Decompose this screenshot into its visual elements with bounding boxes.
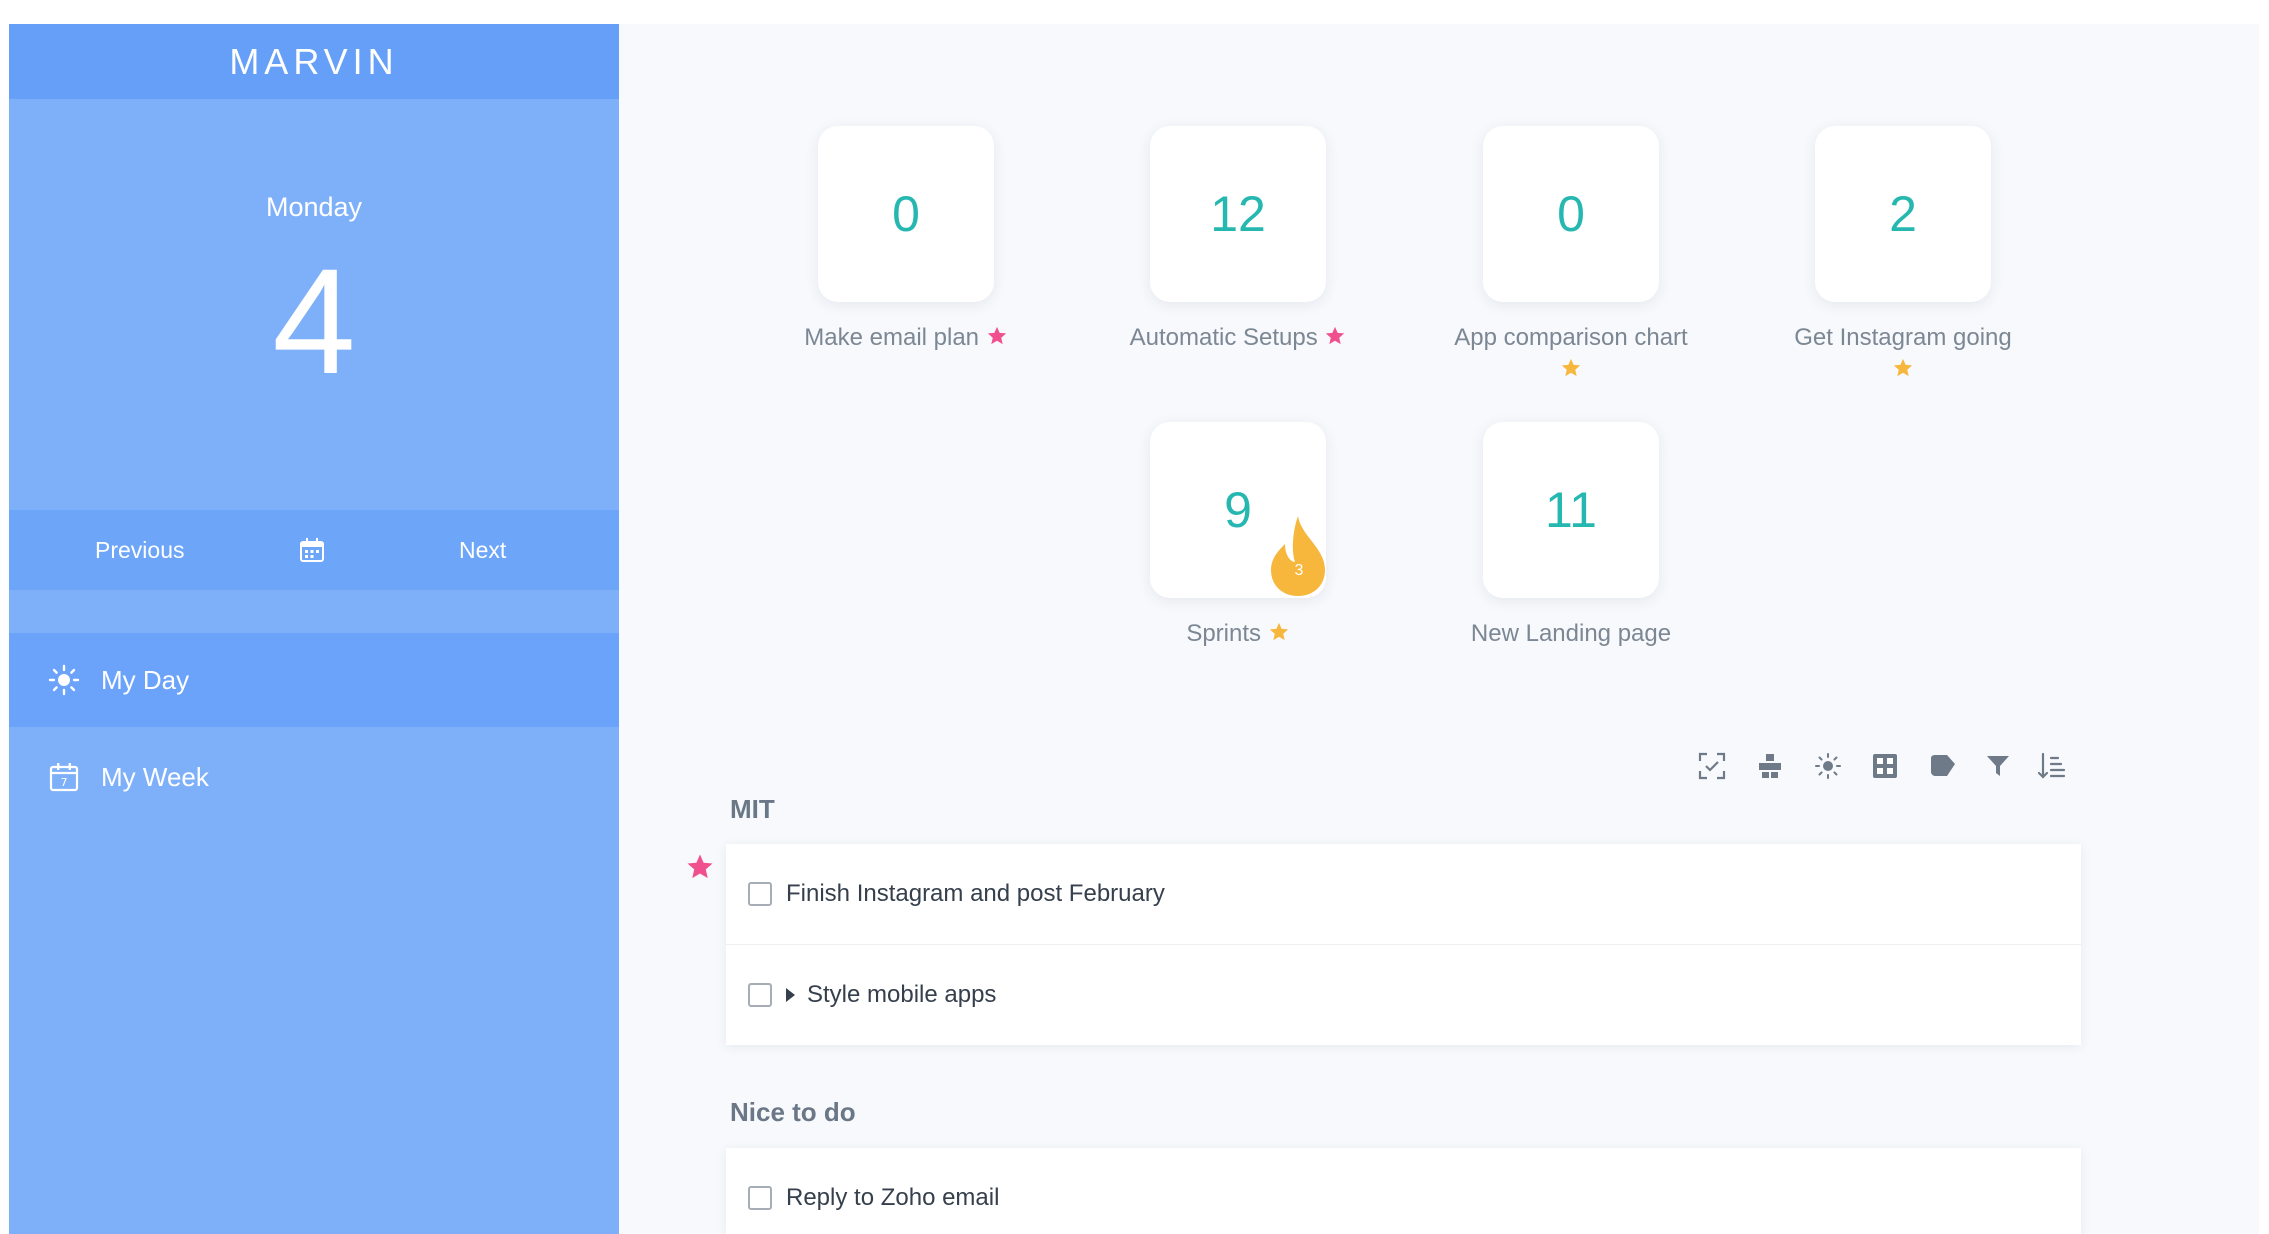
task-list-nice-to-do: Reply to Zoho email — [726, 1148, 2081, 1234]
star-icon — [1561, 358, 1581, 377]
task-item[interactable]: Style mobile apps — [726, 945, 2081, 1045]
grid-icon[interactable] — [1869, 750, 1901, 782]
focus-icon[interactable] — [1696, 750, 1728, 782]
day-name: Monday — [265, 192, 363, 222]
sidebar-item-my-week[interactable]: 7 My Week — [9, 730, 619, 824]
sidebar-item-label: My Week — [101, 761, 209, 792]
filter-icon[interactable] — [1982, 750, 2014, 782]
sort-icon[interactable] — [2036, 750, 2068, 782]
project-label: Automatic Setups — [1078, 322, 1398, 354]
project-card-new-landing-page[interactable]: 11 — [1483, 422, 1659, 598]
project-label-text: Sprints — [1186, 620, 1262, 647]
task-text[interactable]: Reply to Zoho email — [786, 1184, 999, 1212]
project-label: App comparison chart — [1411, 322, 1731, 386]
project-label: Sprints — [1078, 618, 1398, 650]
date-navigation: Previous Next — [9, 510, 619, 590]
sun-icon[interactable] — [1812, 750, 1844, 782]
star-icon — [1893, 358, 1913, 377]
project-label: Make email plan — [746, 322, 1066, 354]
project-card-make-email-plan[interactable]: 0 — [818, 126, 994, 302]
section-title-nice-to-do: Nice to do — [730, 1097, 856, 1127]
svg-text:7: 7 — [61, 776, 68, 789]
task-item[interactable]: Reply to Zoho email — [726, 1148, 2081, 1234]
star-icon — [1326, 326, 1345, 345]
calendar-week-icon: 7 — [47, 760, 81, 794]
previous-day-button[interactable]: Previous — [95, 510, 184, 590]
brand-logo: MARVIN — [9, 24, 619, 99]
project-label-text: Make email plan — [804, 324, 980, 351]
task-item[interactable]: Finish Instagram and post February — [726, 844, 2081, 945]
sidebar: MARVIN Monday 4 Previous Next My Day 7 M… — [9, 24, 619, 1234]
task-text[interactable]: Style mobile apps — [807, 981, 996, 1009]
main-content: 0 Make email plan 12 Automatic Setups 0 … — [619, 24, 2259, 1234]
project-label-text: New Landing page — [1470, 620, 1672, 647]
project-label-text: App comparison chart — [1454, 324, 1688, 351]
task-checkbox[interactable] — [748, 983, 772, 1007]
project-card-app-comparison-chart[interactable]: 0 — [1483, 126, 1659, 302]
star-icon — [1269, 622, 1288, 641]
sidebar-item-my-day[interactable]: My Day — [9, 633, 619, 727]
streak-count: 3 — [1294, 562, 1304, 579]
flame-icon — [1271, 516, 1325, 596]
task-checkbox[interactable] — [748, 1186, 772, 1210]
project-card-get-instagram-going[interactable]: 2 — [1815, 126, 1991, 302]
blocks-icon[interactable] — [1754, 750, 1786, 782]
task-text[interactable]: Finish Instagram and post February — [786, 880, 1165, 908]
star-icon[interactable] — [685, 852, 715, 882]
calendar-icon[interactable] — [298, 536, 326, 564]
day-number: 4 — [272, 237, 356, 405]
task-list-mit: Finish Instagram and post February Style… — [726, 844, 2081, 1045]
sun-icon — [47, 663, 81, 697]
project-label: New Landing page — [1411, 618, 1731, 650]
next-day-button[interactable]: Next — [459, 510, 506, 590]
project-label-text: Automatic Setups — [1129, 324, 1318, 351]
star-icon — [987, 326, 1006, 345]
project-label-text: Get Instagram going — [1794, 324, 2012, 351]
task-checkbox[interactable] — [748, 882, 772, 906]
tag-icon[interactable] — [1927, 750, 1959, 782]
project-card-automatic-setups[interactable]: 12 — [1150, 126, 1326, 302]
sidebar-item-label: My Day — [101, 664, 190, 695]
expand-caret-icon[interactable] — [786, 988, 795, 1002]
section-title-mit: MIT — [730, 794, 775, 824]
project-label: Get Instagram going — [1743, 322, 2063, 386]
